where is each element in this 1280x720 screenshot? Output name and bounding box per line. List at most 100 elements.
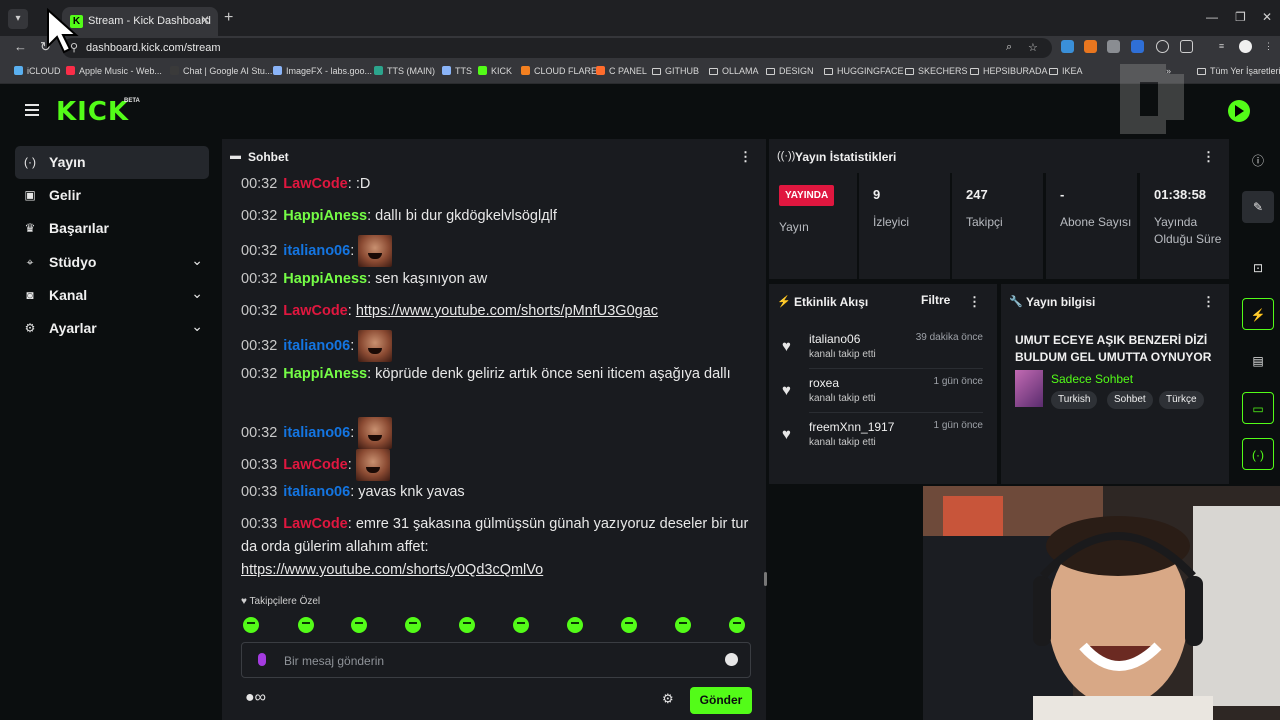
extension-icon[interactable] <box>1131 40 1144 53</box>
bookmark-item[interactable]: TTS (MAIN) <box>374 66 435 76</box>
activity-username[interactable]: italiano06 <box>809 332 860 346</box>
microphone-icon[interactable] <box>258 653 266 666</box>
chevron-down-icon[interactable]: ⌄ <box>191 318 203 335</box>
message-username[interactable]: LawCode <box>283 303 347 319</box>
bookmark-item[interactable]: C PANEL <box>596 66 647 76</box>
chevron-down-icon[interactable]: ⌄ <box>191 285 203 302</box>
extension-icon[interactable] <box>1107 40 1120 53</box>
bookmark-item[interactable]: HEPSIBURADA <box>970 66 1048 76</box>
message-username[interactable]: HappiAness <box>283 366 367 382</box>
chat-emote-image[interactable] <box>358 417 393 449</box>
message-username[interactable]: italiano06 <box>283 338 350 354</box>
kick-profile-icon[interactable] <box>1228 100 1250 122</box>
quick-emote-icon[interactable] <box>513 617 529 633</box>
activity-username[interactable]: freemXnn_1917 <box>809 420 894 434</box>
message-username[interactable]: LawCode <box>283 176 347 192</box>
sidebar-item-kanal[interactable]: ◙ Kanal ⌄ <box>15 279 209 312</box>
bookmark-item[interactable]: ImageFX - labs.goo... <box>273 66 372 76</box>
tab-close-icon[interactable]: ✕ <box>200 13 210 27</box>
clip-icon[interactable]: ⊡ <box>1242 252 1274 284</box>
url-text[interactable]: dashboard.kick.com/stream <box>86 42 221 54</box>
sidebar-item-yayın[interactable]: (·) Yayın <box>15 146 209 179</box>
minimize-icon[interactable]: — <box>1206 10 1218 24</box>
chat-scrollbar[interactable] <box>764 572 767 586</box>
stats-menu-icon[interactable]: ⋮ <box>1202 149 1215 165</box>
sidebar-item-başarılar[interactable]: ♛ Başarılar <box>15 212 209 245</box>
bookmark-item[interactable]: Chat | Google AI Stu... <box>170 66 272 76</box>
extension-icon[interactable] <box>1156 40 1169 53</box>
chevron-down-icon[interactable]: ⌄ <box>191 252 203 269</box>
chat-emote-image[interactable] <box>358 235 393 267</box>
chat-emote-image[interactable] <box>358 330 393 362</box>
filter-button[interactable]: Filtre <box>921 293 950 307</box>
quick-emote-icon[interactable] <box>243 617 259 633</box>
new-tab-button[interactable]: + <box>224 9 233 27</box>
quick-emote-icon[interactable] <box>351 617 367 633</box>
quick-emote-icon[interactable] <box>729 617 745 633</box>
extension-icon[interactable] <box>1084 40 1097 53</box>
bookmark-star-icon[interactable]: ☆ <box>1028 41 1038 54</box>
browser-tab[interactable]: K Stream - Kick Dashboard ✕ <box>62 7 218 36</box>
hamburger-menu-icon[interactable] <box>25 104 39 116</box>
extension-icon[interactable] <box>1061 40 1074 53</box>
window-close-icon[interactable]: ✕ <box>1262 10 1272 24</box>
message-link[interactable]: https://www.youtube.com/shorts/y0Qd3cQml… <box>241 562 543 578</box>
bookmark-item[interactable]: TTS <box>442 66 472 76</box>
edit-icon[interactable]: ✎ <box>1242 191 1274 223</box>
tag-chip[interactable]: Sohbet <box>1107 391 1153 409</box>
omnibox[interactable]: ⚲ dashboard.kick.com/stream ⌕ ☆ <box>62 38 1052 58</box>
message-link[interactable]: https://www.youtube.com/shorts/pMnfU3G0g… <box>356 303 658 319</box>
back-icon[interactable]: ← <box>14 39 27 54</box>
chat-emote-image[interactable] <box>355 449 390 481</box>
chat-settings-icon[interactable]: ⚙ <box>662 691 674 707</box>
tab-search-button[interactable]: ▾ <box>8 9 28 29</box>
chat-input[interactable]: Bir mesaj gönderin <box>241 642 751 678</box>
message-username[interactable]: LawCode <box>283 516 347 532</box>
quick-emote-icon[interactable] <box>298 617 314 633</box>
quick-emote-icon[interactable] <box>459 617 475 633</box>
chat-menu-icon[interactable]: ⋮ <box>739 149 752 165</box>
send-button[interactable]: Gönder <box>690 687 752 714</box>
bookmark-item[interactable]: GITHUB <box>652 66 699 76</box>
bookmark-item[interactable]: KICK <box>478 66 512 76</box>
profile-icon[interactable] <box>1239 40 1252 53</box>
bookmark-item[interactable]: iCLOUD <box>14 66 61 76</box>
kick-logo[interactable]: KICK <box>56 97 129 127</box>
tag-chip[interactable]: Turkish <box>1051 391 1098 409</box>
activity-menu-icon[interactable]: ⋮ <box>968 294 981 310</box>
bookmark-item[interactable]: DESIGN <box>766 66 814 76</box>
extensions-puzzle-icon[interactable] <box>1180 40 1193 53</box>
restore-icon[interactable]: ❐ <box>1235 10 1246 24</box>
stream-info-menu-icon[interactable]: ⋮ <box>1202 294 1215 310</box>
message-username[interactable]: italiano06 <box>283 425 350 441</box>
sidebar-item-gelir[interactable]: ▣ Gelir <box>15 179 209 212</box>
message-username[interactable]: HappiAness <box>283 208 367 224</box>
quick-emote-icon[interactable] <box>567 617 583 633</box>
all-bookmarks-folder[interactable]: Tüm Yer İşaretleri <box>1197 66 1280 76</box>
info-icon[interactable]: ⓘ <box>1242 145 1274 177</box>
media-control-icon[interactable]: ≡ <box>1215 40 1228 53</box>
quick-emote-icon[interactable] <box>621 617 637 633</box>
broadcast-rail-icon[interactable]: (·) <box>1242 438 1274 470</box>
sidebar-item-ayarlar[interactable]: ⚙ Ayarlar ⌄ <box>15 312 209 345</box>
sidebar-item-stüdyo[interactable]: ⌖ Stüdyo ⌄ <box>15 246 209 279</box>
bookmark-item[interactable]: SKECHERS <box>905 66 968 76</box>
points-icon[interactable]: ●∞ <box>245 689 266 707</box>
activity-username[interactable]: roxea <box>809 376 839 390</box>
chat-bubble-icon[interactable]: ▭ <box>1242 392 1274 424</box>
bookmark-item[interactable]: Apple Music - Web... <box>66 66 162 76</box>
message-username[interactable]: HappiAness <box>283 271 367 287</box>
message-username[interactable]: LawCode <box>283 457 347 473</box>
bookmark-item[interactable]: CLOUD FLARE <box>521 66 597 76</box>
zoom-icon[interactable]: ⌕ <box>1006 41 1012 54</box>
bookmark-item[interactable]: IKEA <box>1049 66 1083 76</box>
category-name[interactable]: Sadece Sohbet <box>1051 372 1133 386</box>
lightning-icon[interactable]: ⚡ <box>1242 298 1274 330</box>
category-thumbnail[interactable] <box>1015 370 1043 407</box>
notes-icon[interactable]: ▤ <box>1242 345 1274 377</box>
emoji-picker-icon[interactable] <box>725 653 738 666</box>
browser-menu-icon[interactable]: ⋮ <box>1262 40 1275 53</box>
message-username[interactable]: italiano06 <box>283 484 350 500</box>
quick-emote-icon[interactable] <box>405 617 421 633</box>
bookmark-item[interactable]: OLLAMA <box>709 66 759 76</box>
